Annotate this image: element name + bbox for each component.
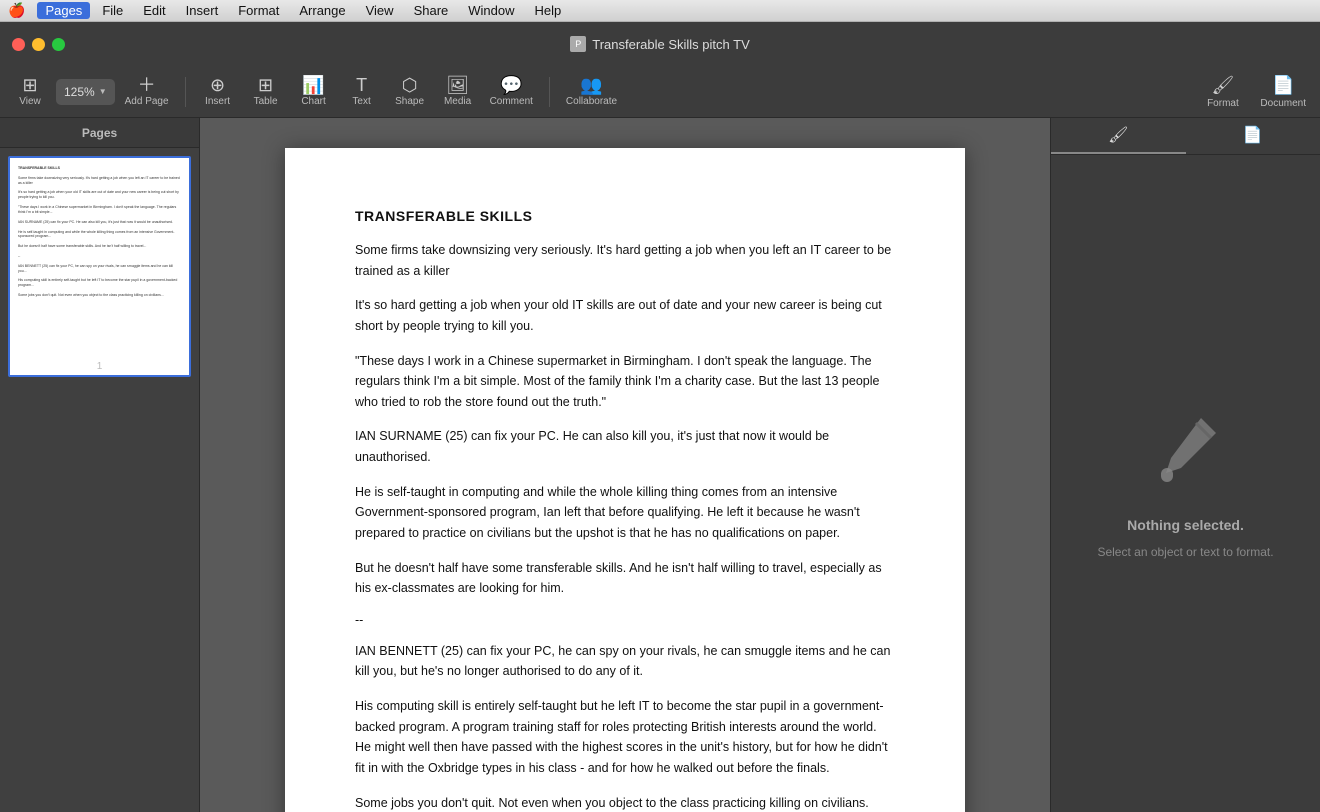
insert-icon: ⊕ (210, 76, 225, 94)
paint-brush-icon (1146, 408, 1226, 505)
view-button[interactable]: ⊞ View (8, 70, 52, 114)
menu-format[interactable]: Format (230, 2, 287, 19)
menu-edit[interactable]: Edit (135, 2, 173, 19)
view-label: View (19, 96, 41, 107)
toolbar-right: 🖌 Format 📄 Document (1195, 70, 1312, 114)
format-panel-button[interactable]: 🖌 Format (1195, 70, 1250, 114)
menu-help[interactable]: Help (527, 2, 570, 19)
toolbar-separator-1 (185, 77, 186, 107)
right-panel-tabs: 🖌 📄 (1051, 118, 1320, 155)
page-number: 1 (10, 358, 189, 375)
sidebar-header: Pages (0, 118, 199, 148)
menu-insert[interactable]: Insert (178, 2, 227, 19)
paragraph-2: "These days I work in a Chinese supermar… (355, 351, 895, 413)
paragraph-3: IAN SURNAME (25) can fix your PC. He can… (355, 426, 895, 467)
table-label: Table (254, 96, 278, 107)
document-tab-icon: 📄 (1243, 125, 1263, 145)
menu-window[interactable]: Window (460, 2, 522, 19)
minimize-button[interactable] (32, 38, 45, 51)
shape-button[interactable]: ⬡ Shape (388, 70, 432, 114)
sidebar: Pages TRANSFERABLE SKILLS Some firms tak… (0, 118, 200, 812)
comment-button[interactable]: 💬 Comment (484, 70, 539, 114)
tab-document[interactable]: 📄 (1186, 118, 1320, 154)
comment-label: Comment (490, 96, 533, 107)
format-panel-icon: 🖌 (1211, 75, 1234, 96)
add-page-icon: ＋ (138, 76, 156, 94)
window-title: Transferable Skills pitch TV (592, 37, 750, 52)
main-area: Pages TRANSFERABLE SKILLS Some firms tak… (0, 118, 1320, 812)
zoom-arrow-icon: ▼ (99, 87, 107, 96)
toolbar: ⊞ View 125% ▼ ＋ Add Page ⊕ Insert ⊞ Tabl… (0, 66, 1320, 118)
media-label: Media (444, 96, 471, 107)
paragraph-1: It's so hard getting a job when your old… (355, 295, 895, 336)
thumbnail-content: TRANSFERABLE SKILLS Some firms take down… (10, 158, 189, 358)
tab-format[interactable]: 🖌 (1051, 118, 1186, 154)
text-button[interactable]: T Text (340, 70, 384, 114)
document-panel-button[interactable]: 📄 Document (1254, 70, 1312, 114)
paragraph-9: Some jobs you don't quit. Not even when … (355, 793, 895, 812)
menu-share[interactable]: Share (406, 2, 457, 19)
page-thumbnail-1[interactable]: TRANSFERABLE SKILLS Some firms take down… (8, 156, 191, 377)
add-page-label: Add Page (125, 96, 169, 107)
media-button[interactable]: 🖼 Media (436, 70, 480, 114)
menu-file[interactable]: File (94, 2, 131, 19)
canvas-area[interactable]: TRANSFERABLE SKILLS Some firms take down… (200, 118, 1050, 812)
text-label: Text (352, 96, 370, 107)
menu-pages[interactable]: Pages (37, 2, 90, 19)
document-panel-icon: 📄 (1272, 75, 1294, 96)
table-button[interactable]: ⊞ Table (244, 70, 288, 114)
divider-1: -- (355, 613, 895, 627)
paragraph-8: His computing skill is entirely self-tau… (355, 696, 895, 779)
chart-label: Chart (301, 96, 325, 107)
zoom-value: 125% (64, 85, 95, 99)
table-icon: ⊞ (258, 76, 273, 94)
nothing-selected-subtitle: Select an object or text to format. (1097, 545, 1273, 559)
paragraph-5: But he doesn't half have some transferab… (355, 558, 895, 599)
collaborate-label: Collaborate (566, 96, 617, 107)
document-page: TRANSFERABLE SKILLS Some firms take down… (285, 148, 965, 812)
close-button[interactable] (12, 38, 25, 51)
collaborate-button[interactable]: 👥 Collaborate (560, 70, 623, 114)
nothing-selected-title: Nothing selected. (1127, 517, 1244, 533)
comment-icon: 💬 (500, 76, 522, 94)
toolbar-separator-2 (549, 77, 550, 107)
document-panel-label: Document (1260, 98, 1306, 109)
view-icon: ⊞ (22, 76, 37, 94)
window-controls (12, 38, 65, 51)
menu-arrange[interactable]: Arrange (291, 2, 353, 19)
paragraph-0: Some firms take downsizing very seriousl… (355, 240, 895, 281)
menu-view[interactable]: View (358, 2, 402, 19)
titlebar: P Transferable Skills pitch TV (0, 22, 1320, 66)
add-page-button[interactable]: ＋ Add Page (119, 70, 175, 114)
paragraph-7: IAN BENNETT (25) can fix your PC, he can… (355, 641, 895, 682)
document-title: TRANSFERABLE SKILLS (355, 208, 895, 224)
zoom-control[interactable]: 125% ▼ (56, 79, 115, 105)
toolbar-left: ⊞ View 125% ▼ ＋ Add Page (8, 70, 175, 114)
chart-button[interactable]: 📊 Chart (292, 70, 336, 114)
right-panel: 🖌 📄 Nothing selected. Select an object o… (1050, 118, 1320, 812)
maximize-button[interactable] (52, 38, 65, 51)
format-panel-label: Format (1207, 98, 1239, 109)
app-icon: P (570, 36, 586, 52)
paragraph-4: He is self-taught in computing and while… (355, 482, 895, 544)
format-tab-icon: 🖌 (1108, 125, 1128, 145)
text-icon: T (356, 76, 367, 94)
collaborate-icon: 👥 (580, 76, 602, 94)
shape-label: Shape (395, 96, 424, 107)
chart-icon: 📊 (302, 76, 324, 94)
apple-menu-icon[interactable]: 🍎 (8, 2, 25, 19)
menubar: 🍎 Pages File Edit Insert Format Arrange … (0, 0, 1320, 22)
sidebar-header-title: Pages (82, 126, 117, 140)
shape-icon: ⬡ (402, 76, 418, 94)
nothing-selected-panel: Nothing selected. Select an object or te… (1051, 155, 1320, 812)
insert-button[interactable]: ⊕ Insert (196, 70, 240, 114)
window-title-container: P Transferable Skills pitch TV (570, 36, 750, 52)
insert-label: Insert (205, 96, 230, 107)
media-icon: 🖼 (446, 76, 469, 94)
